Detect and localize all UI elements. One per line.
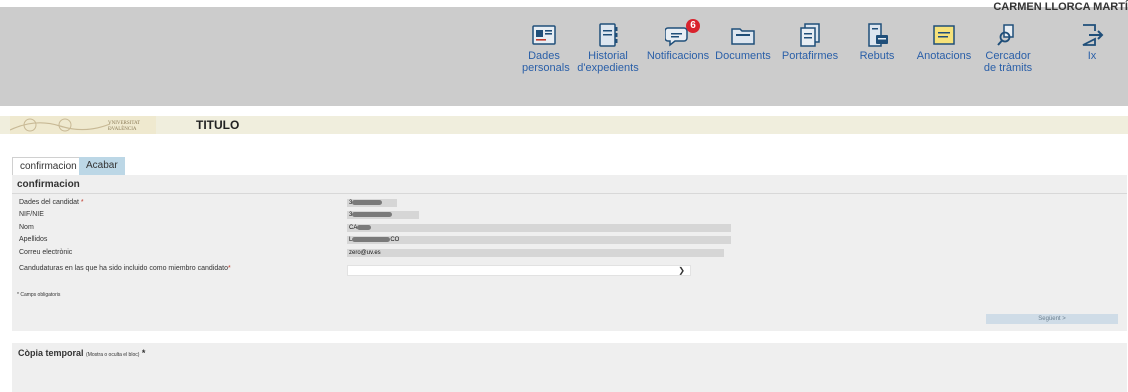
page-title: TITULO	[196, 118, 240, 132]
top-navigation-bar: CARMEN LLORCA MARTÍ Dades personals Hist…	[0, 1, 1128, 106]
nav-rebuts[interactable]: Rebuts	[857, 22, 897, 62]
receipt-icon	[864, 22, 890, 48]
nav-historial-expedients[interactable]: Historial d'expedients	[576, 22, 640, 74]
apellidos-field[interactable]: L CO	[347, 236, 731, 244]
notification-count-badge: 6	[686, 19, 700, 33]
field-label-correu: Correu electrònic	[19, 249, 73, 256]
dades-candidat-value: 3	[347, 199, 397, 207]
email-field[interactable]: zero@uv.es	[347, 249, 724, 257]
confirmation-panel: confirmacion Dades del candidat * 3 NIF/…	[12, 175, 1127, 331]
temporary-copy-toggle[interactable]: Còpia temporal (Mostra o oculta el bloc)…	[18, 348, 145, 358]
exit-icon	[1079, 22, 1105, 48]
nav-anotacions[interactable]: Anotacions	[915, 22, 973, 62]
id-card-icon	[531, 22, 557, 48]
nav-cercador-tramits[interactable]: Cercador de tràmits	[980, 22, 1036, 74]
nav-documents[interactable]: Documents	[714, 22, 772, 62]
notebook-icon	[595, 22, 621, 48]
folder-icon	[730, 22, 756, 48]
title-bar: VNIVERSITAT ÐVALÈNCIA TITULO	[0, 116, 1128, 134]
section-divider	[12, 193, 1127, 194]
candidaturas-select[interactable]: ❯	[347, 265, 691, 276]
document-stack-icon	[797, 22, 823, 48]
nav-ix[interactable]: Ix	[1072, 22, 1112, 62]
field-label-candidaturas: Candudaturas en las que ha sido incluido…	[19, 265, 231, 272]
nav-dades-personals[interactable]: Dades personals	[522, 22, 570, 74]
field-label-nom: Nom	[19, 224, 34, 231]
tab-confirmacion[interactable]: confirmacion	[12, 157, 85, 176]
section-title: confirmacion	[17, 179, 80, 190]
svg-text:VNIVERSITAT: VNIVERSITAT	[108, 121, 140, 126]
nav-portafirmes[interactable]: Portafirmes	[779, 22, 841, 62]
search-document-icon	[995, 22, 1021, 48]
temporary-copy-panel: Còpia temporal (Mostra o oculta el bloc)…	[12, 343, 1127, 392]
next-button[interactable]: Següent >	[986, 314, 1118, 324]
field-label-apellidos: Apellidos	[19, 236, 48, 243]
nif-value: 3	[347, 211, 419, 219]
user-name: CARMEN LLORCA MARTÍ	[993, 1, 1128, 13]
note-icon	[931, 22, 957, 48]
chat-bubble-icon: 6	[664, 19, 700, 48]
university-logo: VNIVERSITAT ÐVALÈNCIA	[9, 116, 156, 134]
nav-notificacions[interactable]: 6 Notificacions	[646, 19, 710, 62]
field-label-nif: NIF/NIE	[19, 211, 44, 218]
field-label-dades-candidat: Dades del candidat *	[19, 199, 84, 206]
tab-acabar[interactable]: Acabar	[79, 157, 125, 175]
svg-text:ÐVALÈNCIA: ÐVALÈNCIA	[108, 126, 137, 132]
nom-field[interactable]: CA	[347, 224, 731, 232]
chevron-down-icon: ❯	[678, 266, 685, 275]
required-fields-note: * Camps obligatoris	[17, 292, 61, 298]
